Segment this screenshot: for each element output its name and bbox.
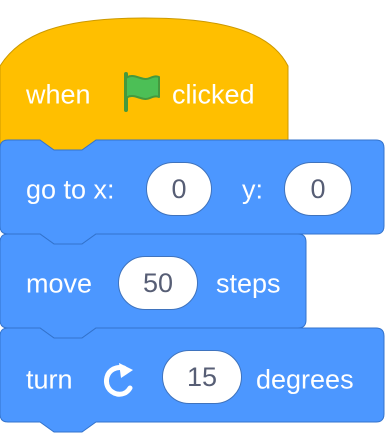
rotate-clockwise-icon xyxy=(104,363,133,397)
steps-label: steps xyxy=(216,268,281,299)
y-input[interactable]: 0 xyxy=(284,162,352,216)
green-flag-icon xyxy=(124,72,160,112)
y-label: y: xyxy=(242,174,264,205)
clicked-label: clicked xyxy=(172,79,255,110)
move-label: move xyxy=(26,268,93,299)
degrees-label: degrees xyxy=(256,364,354,395)
turn-label: turn xyxy=(26,364,73,395)
x-input[interactable]: 0 xyxy=(146,162,212,216)
degrees-input[interactable]: 15 xyxy=(162,350,242,404)
go-to-x-label: go to x: xyxy=(26,174,115,205)
steps-input[interactable]: 50 xyxy=(118,256,198,310)
when-label: when xyxy=(26,79,91,110)
